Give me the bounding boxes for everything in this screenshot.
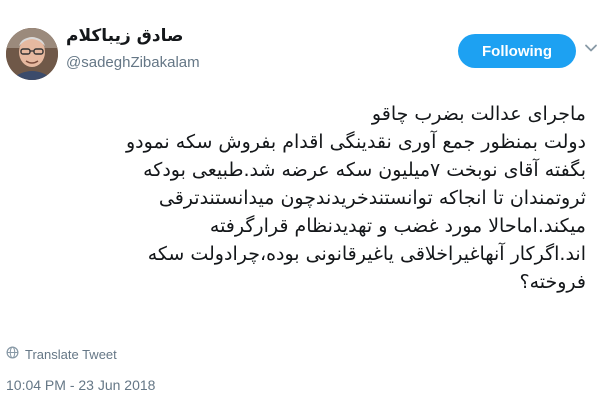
- chevron-down-icon[interactable]: [584, 40, 598, 54]
- tweet-card: صادق زیباکلام @sadeghZibakalam Following…: [0, 0, 600, 400]
- globe-icon: [6, 346, 19, 362]
- tweet-text-line: میکند.اماحالا مورد غضب و تهدیدنظام قرارگ…: [209, 215, 586, 237]
- author-display-name[interactable]: صادق زیباکلام: [66, 26, 196, 46]
- tweet-text-line: ثروتمندان تا انجاکه توانستندخریدندچون می…: [158, 187, 586, 209]
- tweet-text-line: فروخته؟: [519, 271, 587, 293]
- tweet-text-line: اند.اگرکار آنهاغیراخلاقی یاغیرقانونی بود…: [147, 243, 586, 265]
- avatar-photo-icon: [6, 28, 58, 80]
- following-button[interactable]: Following: [458, 34, 576, 68]
- tweet-text-line: بگفته آقای نوبخت ۷میلیون سکه عرضه شد.طبی…: [143, 159, 586, 181]
- tweet-text-line: دولت بمنظور جمع آوری نقدینگی اقدام بفروش…: [126, 131, 586, 153]
- tweet-text: ماجرای عدالت بضرب چاقو دولت بمنظور جمع آ…: [26, 100, 586, 296]
- translate-tweet-label: Translate Tweet: [25, 346, 117, 362]
- tweet-text-line: ماجرای عدالت بضرب چاقو: [371, 103, 586, 125]
- tweet-timestamp[interactable]: 10:04 PM - 23 Jun 2018: [6, 377, 155, 393]
- author-handle[interactable]: @sadeghZibakalam: [66, 54, 200, 71]
- translate-tweet-link[interactable]: Translate Tweet: [6, 346, 117, 362]
- avatar[interactable]: [6, 28, 58, 80]
